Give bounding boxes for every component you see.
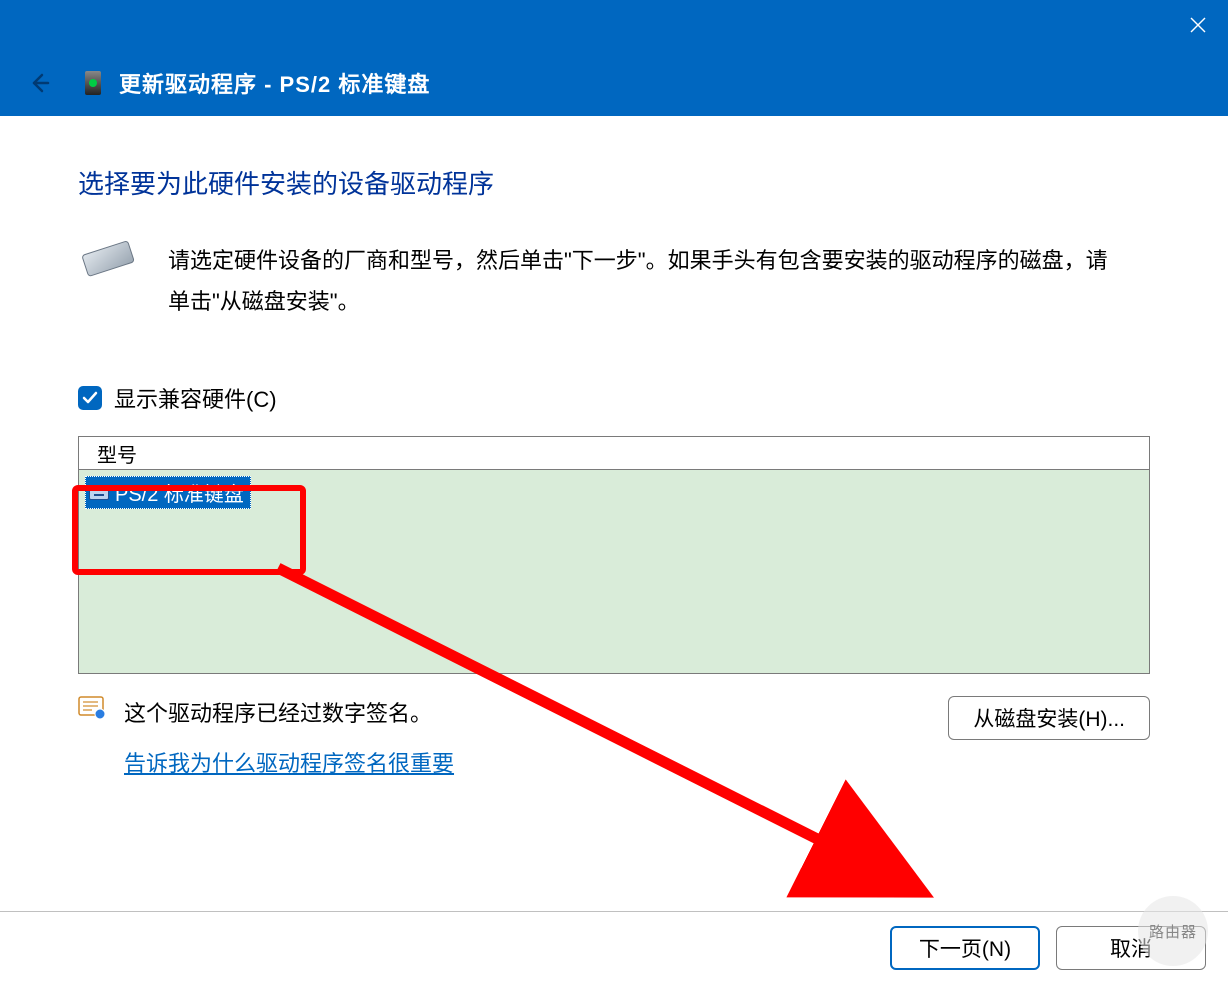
check-icon [82,390,98,406]
list-item-label: PS/2 标准键盘 [115,478,244,507]
keyboard-icon [89,485,109,501]
install-from-disk-button[interactable]: 从磁盘安装(H)... [948,696,1150,740]
device-icon [85,71,101,95]
dialog-footer: 下一页(N) 取消 [0,911,1228,984]
hardware-card-icon [78,241,142,275]
dialog-window: 更新驱动程序 - PS/2 标准键盘 选择要为此硬件安装的设备驱动程序 请选定硬… [0,0,1228,984]
dialog-title: 更新驱动程序 - PS/2 标准键盘 [119,67,430,99]
show-compatible-row[interactable]: 显示兼容硬件(C) [78,382,1150,414]
cancel-button[interactable]: 取消 [1056,926,1206,970]
close-button[interactable] [1168,0,1228,50]
titlebar [0,0,1228,50]
back-arrow-icon [28,72,50,94]
signature-row: 这个驱动程序已经过数字签名。 告诉我为什么驱动程序签名很重要 从磁盘安装(H).… [78,696,1150,780]
signature-text: 这个驱动程序已经过数字签名。 [124,696,454,731]
dialog-header: 更新驱动程序 - PS/2 标准键盘 [0,50,1228,116]
list-item-ps2-keyboard[interactable]: PS/2 标准键盘 [85,476,251,509]
certificate-icon [78,696,106,720]
column-header-model[interactable]: 型号 [79,437,1149,470]
next-button[interactable]: 下一页(N) [890,926,1040,970]
section-heading: 选择要为此硬件安装的设备驱动程序 [78,164,1150,201]
signature-text-block: 这个驱动程序已经过数字签名。 告诉我为什么驱动程序签名很重要 [124,696,454,780]
model-listbox[interactable]: 型号 PS/2 标准键盘 [78,436,1150,674]
close-icon [1190,17,1206,33]
show-compatible-checkbox[interactable] [78,386,102,410]
signature-info-link[interactable]: 告诉我为什么驱动程序签名很重要 [124,746,454,781]
show-compatible-label: 显示兼容硬件(C) [114,382,277,414]
dialog-content: 选择要为此硬件安装的设备驱动程序 请选定硬件设备的厂商和型号，然后单击"下一步"… [0,116,1228,781]
instruction-row: 请选定硬件设备的厂商和型号，然后单击"下一步"。如果手头有包含要安装的驱动程序的… [78,241,1150,322]
back-button[interactable] [28,72,50,94]
instruction-text: 请选定硬件设备的厂商和型号，然后单击"下一步"。如果手头有包含要安装的驱动程序的… [168,241,1128,322]
